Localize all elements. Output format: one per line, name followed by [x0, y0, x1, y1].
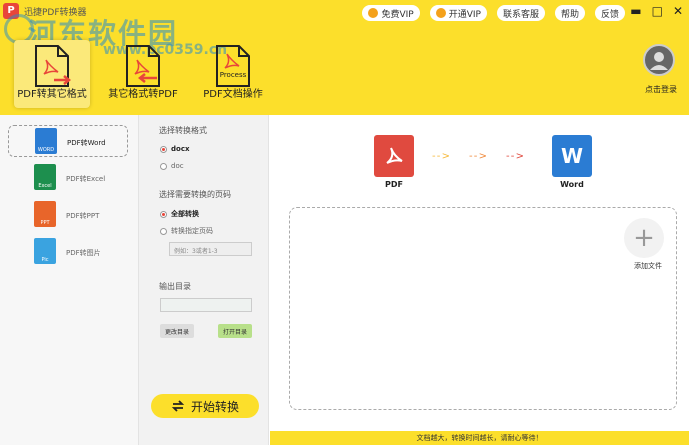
sidebar-item-pdf-to-image[interactable]: Pic PDF转图片 [8, 236, 128, 268]
tab-label: PDF转其它格式 [17, 89, 87, 100]
close-icon[interactable]: ✕ [673, 4, 683, 18]
refresh-icon [171, 400, 185, 412]
radio-docx[interactable]: docx [160, 145, 189, 153]
pdf-process-icon [216, 45, 250, 87]
tab-label: PDF文档操作 [203, 89, 263, 100]
radio-label: doc [171, 162, 184, 170]
top-button-bar: 免费VIP 开通VIP 联系客服 帮助 反馈 [362, 5, 625, 21]
page-range-input[interactable]: 例如：3或者1-3 [169, 242, 252, 256]
pdf-import-icon [126, 45, 160, 87]
open-vip-label: 开通VIP [448, 9, 481, 20]
avatar[interactable] [643, 44, 675, 76]
help-button[interactable]: 帮助 [554, 5, 585, 21]
radio-icon [160, 145, 167, 153]
sidebar-item-label: PDF转PPT [66, 212, 100, 220]
radio-doc[interactable]: doc [160, 162, 184, 170]
word-file-icon: WORD [35, 128, 57, 154]
contact-support-button[interactable]: 联系客服 [496, 5, 545, 21]
user-icon [650, 52, 668, 70]
options-panel: 选择转换格式 docx doc 选择需要转换的页码 全部转换 转换指定页码 例如… [139, 115, 269, 445]
output-title: 输出目录 [159, 282, 191, 291]
pdf-export-icon [35, 45, 72, 87]
status-footer: 文档越大，转换时间越长，请耐心等待！ [270, 431, 689, 445]
excel-file-icon: Excel [34, 164, 56, 190]
pdf-acrobat-icon [386, 147, 403, 164]
feedback-button[interactable]: 反馈 [594, 5, 625, 21]
file-drop-zone[interactable]: + 添加文件 [289, 207, 677, 410]
pdf-label: PDF [385, 180, 403, 189]
top-header: P 迅捷PDF转换器 河东软件园 www.pc0359.cn 免费VIP 开通V… [0, 0, 689, 115]
ppt-badge: PPT [40, 220, 50, 226]
tab-label: 其它格式转PDF [108, 89, 178, 100]
radio-all-pages[interactable]: 全部转换 [160, 209, 199, 219]
word-badge: WORD [37, 147, 55, 153]
coin-icon [435, 8, 446, 18]
sidebar-item-label: PDF转图片 [66, 249, 101, 257]
word-label: Word [560, 180, 584, 189]
minimize-icon[interactable]: ▬ [630, 4, 641, 18]
image-file-icon: Pic [34, 238, 56, 264]
sidebar-item-pdf-to-excel[interactable]: Excel PDF转Excel [8, 162, 128, 194]
pages-title: 选择需要转换的页码 [159, 190, 231, 199]
radio-icon [160, 162, 167, 170]
window-controls: ▬ □ ✕ [630, 4, 683, 18]
radio-label: docx [171, 145, 190, 153]
coin-icon [368, 8, 379, 18]
radio-label: 转换指定页码 [171, 227, 213, 235]
output-dir-field[interactable] [160, 298, 252, 312]
arrow-right-icon: - - > [432, 151, 450, 162]
sidebar-item-label: PDF转Word [67, 139, 106, 147]
login-link[interactable]: 点击登录 [645, 84, 677, 95]
main-panel: PDF - - > - - > - - > W Word + 添加文件 [270, 115, 689, 431]
start-convert-button[interactable]: 开始转换 [151, 394, 259, 418]
sidebar-item-label: PDF转Excel [66, 175, 106, 183]
word-icon: W [552, 135, 592, 177]
radio-label: 全部转换 [171, 210, 199, 218]
arrow-right-icon: - - > [506, 151, 524, 162]
format-title: 选择转换格式 [159, 126, 207, 135]
maximize-icon[interactable]: □ [652, 4, 663, 18]
open-dir-button[interactable]: 打开目录 [218, 324, 253, 338]
sidebar: WORD PDF转Word Excel PDF转Excel PPT PDF转PP… [0, 115, 139, 445]
arrow-right-icon: - - > [469, 151, 487, 162]
pic-badge: Pic [41, 257, 49, 263]
add-file-label: 添加文件 [634, 262, 662, 270]
change-dir-button[interactable]: 更改目录 [160, 324, 195, 338]
radio-icon [160, 227, 167, 235]
pdf-icon [374, 135, 414, 177]
add-file-button[interactable]: + [624, 218, 664, 258]
sidebar-item-pdf-to-word[interactable]: WORD PDF转Word [8, 125, 128, 157]
tab-pdf-to-other[interactable]: PDF转其它格式 [14, 40, 90, 108]
radio-specific-pages[interactable]: 转换指定页码 [160, 226, 213, 236]
excel-badge: Excel [38, 183, 52, 189]
plus-icon: + [633, 223, 655, 253]
free-vip-label: 免费VIP [381, 9, 414, 20]
open-vip-button[interactable]: 开通VIP [429, 5, 487, 21]
free-vip-button[interactable]: 免费VIP [362, 5, 420, 21]
start-convert-label: 开始转换 [190, 399, 239, 414]
sidebar-item-pdf-to-ppt[interactable]: PPT PDF转PPT [8, 199, 128, 231]
radio-icon [160, 210, 167, 218]
tab-pdf-operations[interactable]: Process PDF文档操作 [200, 40, 266, 108]
process-icon-text: Process [219, 71, 247, 79]
ppt-file-icon: PPT [34, 201, 56, 227]
tab-other-to-pdf[interactable]: 其它格式转PDF [108, 40, 178, 108]
